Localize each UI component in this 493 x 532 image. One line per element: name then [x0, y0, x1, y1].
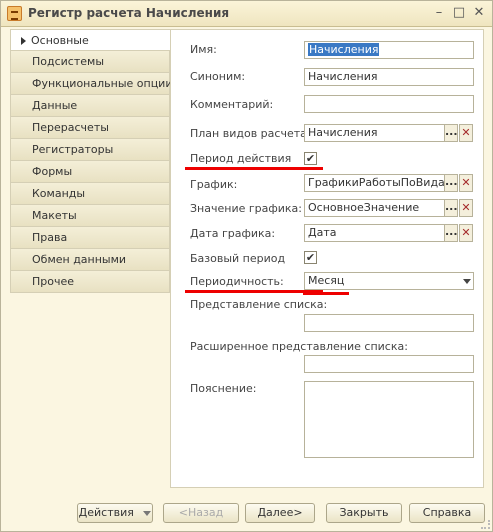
comment-label: Комментарий: — [190, 98, 274, 111]
tab-recalculations[interactable]: Перерасчеты — [10, 117, 170, 139]
periodicity-select[interactable]: Месяц — [304, 272, 474, 290]
schedule-select-button[interactable]: ... — [444, 174, 458, 192]
tab-templates[interactable]: Макеты — [10, 205, 170, 227]
chevron-down-icon — [143, 510, 152, 516]
tab-commands[interactable]: Команды — [10, 183, 170, 205]
register-icon — [7, 6, 22, 21]
schedule-value-select-button[interactable]: ... — [444, 199, 458, 217]
list-repr-field[interactable] — [304, 314, 474, 332]
tab-rights[interactable]: Права — [10, 227, 170, 249]
name-label: Имя: — [190, 43, 217, 56]
help-button[interactable]: Справка — [409, 503, 485, 523]
tab-data-exchange[interactable]: Обмен данными — [10, 249, 170, 271]
schedule-date-label: Дата графика: — [190, 227, 276, 240]
tab-forms[interactable]: Формы — [10, 161, 170, 183]
list-repr-label: Представление списка: — [190, 298, 328, 311]
schedule-label: График: — [190, 178, 238, 191]
triangle-right-icon — [21, 37, 26, 45]
actions-label: Действия — [78, 506, 134, 519]
tab-subsystems[interactable]: Подсистемы — [10, 51, 170, 73]
schedule-field[interactable]: ГрафикиРаботыПоВидамВ — [304, 174, 445, 192]
title-bar: Регистр расчета Начисления – □ ✕ — [1, 1, 492, 27]
close-button[interactable]: Закрыть — [326, 503, 402, 523]
synonym-field[interactable]: Начисления — [304, 68, 474, 86]
base-period-checkbox[interactable]: ✔ — [304, 251, 317, 264]
next-button[interactable]: Далее> — [245, 503, 315, 523]
schedule-clear-icon[interactable]: ✕ — [459, 174, 473, 192]
synonym-label: Синоним: — [190, 70, 246, 83]
ext-list-repr-field[interactable] — [304, 355, 474, 373]
plan-label: План видов расчета: — [190, 127, 311, 140]
explanation-label: Пояснение: — [190, 382, 257, 395]
period-checkbox[interactable]: ✔ — [304, 152, 317, 165]
tab-functional-options[interactable]: Функциональные опции — [10, 73, 172, 95]
schedule-value-field[interactable]: ОсновноеЗначение — [304, 199, 445, 217]
resize-grip-icon[interactable] — [481, 520, 490, 529]
period-label: Период действия — [190, 152, 292, 165]
minimize-icon[interactable]: – — [432, 6, 446, 20]
tab-main[interactable]: Основные — [10, 29, 170, 51]
explanation-field[interactable] — [304, 381, 474, 458]
window-title: Регистр расчета Начисления — [28, 6, 230, 20]
name-field[interactable]: Начисления — [304, 41, 474, 59]
ext-list-repr-label: Расширенное представление списка: — [190, 340, 408, 353]
schedule-date-field[interactable]: Дата — [304, 224, 445, 242]
plan-field[interactable]: Начисления — [304, 124, 445, 142]
tab-other[interactable]: Прочее — [10, 271, 170, 293]
tab-registrators[interactable]: Регистраторы — [10, 139, 170, 161]
close-icon[interactable]: ✕ — [472, 6, 486, 20]
actions-button[interactable]: Действия — [77, 503, 153, 523]
highlight-underline — [303, 292, 349, 295]
periodicity-value: Месяц — [308, 274, 345, 287]
plan-select-button[interactable]: ... — [444, 124, 458, 142]
plan-clear-icon[interactable]: ✕ — [459, 124, 473, 142]
highlight-underline — [185, 167, 323, 170]
maximize-icon[interactable]: □ — [452, 6, 466, 20]
tab-label: Основные — [31, 34, 89, 47]
base-period-label: Базовый период — [190, 252, 286, 265]
back-button[interactable]: <Назад — [163, 503, 239, 523]
name-value: Начисления — [308, 43, 380, 56]
window: Регистр расчета Начисления – □ ✕ Основны… — [0, 0, 493, 532]
schedule-value-label: Значение графика: — [190, 202, 303, 215]
schedule-date-clear-icon[interactable]: ✕ — [459, 224, 473, 242]
periodicity-label: Периодичность: — [190, 275, 284, 288]
comment-field[interactable] — [304, 95, 474, 113]
tab-data[interactable]: Данные — [10, 95, 170, 117]
schedule-date-select-button[interactable]: ... — [444, 224, 458, 242]
schedule-value-clear-icon[interactable]: ✕ — [459, 199, 473, 217]
tab-list: Основные Подсистемы Функциональные опции… — [10, 29, 172, 293]
dropdown-arrow-icon[interactable] — [463, 279, 471, 284]
